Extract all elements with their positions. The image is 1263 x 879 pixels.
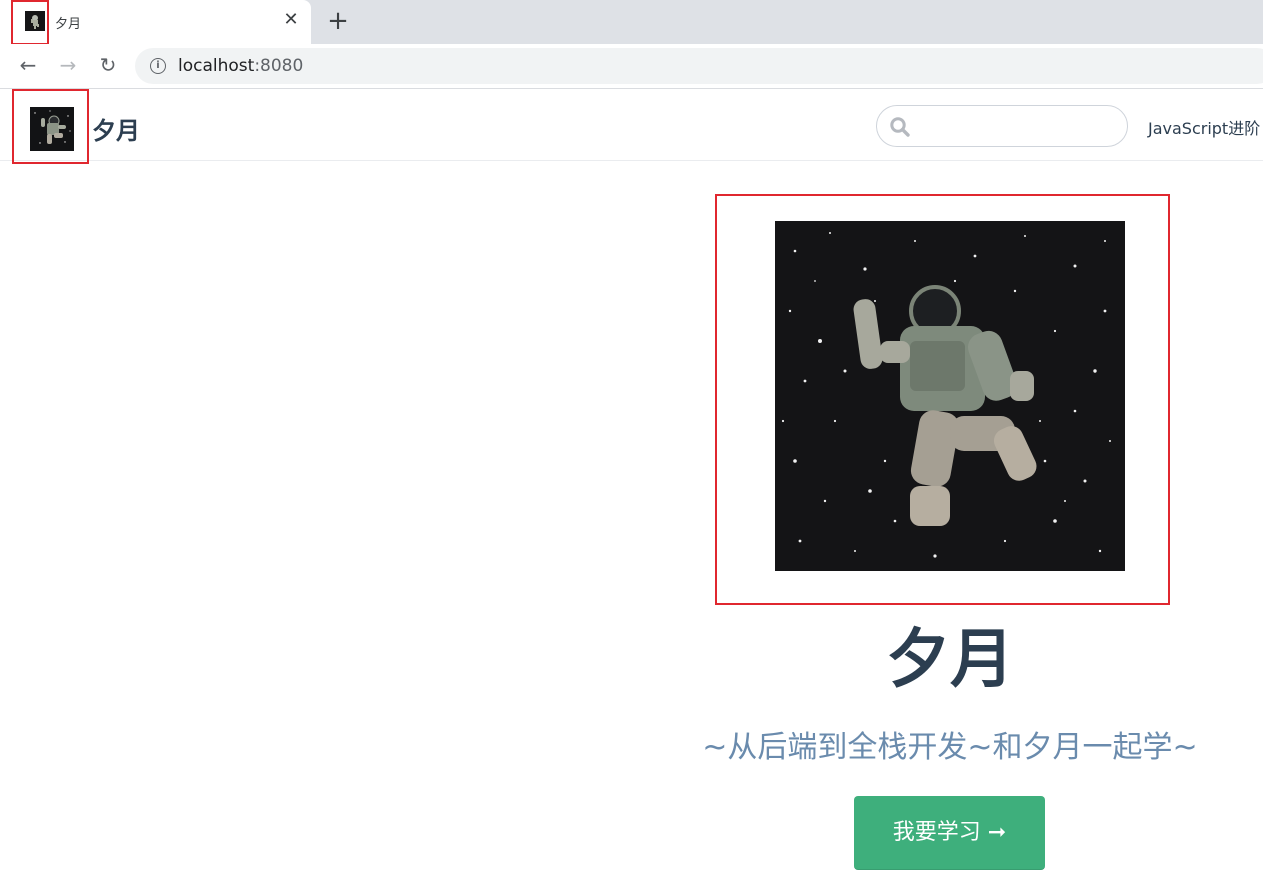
browser-tab-strip: 夕月 ✕ +	[0, 0, 1263, 45]
nav-link-javascript[interactable]: JavaScript进阶	[1148, 115, 1260, 139]
favicon-highlight-box	[11, 0, 49, 45]
search-input[interactable]	[917, 110, 1117, 142]
hero-description: ~从后端到全栈开发~和夕月一起学~	[702, 730, 1198, 765]
address-port: :8080	[254, 56, 304, 76]
search-icon	[890, 117, 910, 137]
address-host: localhost	[178, 56, 255, 76]
tab-title: 夕月	[55, 17, 82, 32]
back-arrow-icon[interactable]: ←	[15, 52, 41, 78]
reload-icon[interactable]: ↻	[95, 52, 121, 78]
astronaut-hero-image	[775, 221, 1125, 571]
search-box[interactable]	[876, 105, 1128, 147]
browser-toolbar: ← → ↻ i localhost:8080	[0, 44, 1263, 89]
new-tab-button[interactable]: +	[325, 8, 351, 34]
site-info-icon[interactable]: i	[150, 58, 166, 74]
start-learning-button[interactable]: 我要学习 ➞	[854, 796, 1045, 870]
hero-title: 夕月	[886, 623, 1014, 697]
site-name[interactable]: 夕月	[92, 111, 140, 146]
address-url[interactable]: localhost:8080	[178, 56, 303, 76]
tab-close-icon[interactable]: ✕	[280, 9, 302, 31]
address-bar[interactable]: i localhost:8080	[135, 48, 1263, 84]
astronaut-logo-icon[interactable]	[30, 107, 74, 151]
forward-arrow-icon[interactable]: →	[55, 52, 81, 78]
site-navbar: 夕月 JavaScript进阶	[0, 89, 1263, 164]
